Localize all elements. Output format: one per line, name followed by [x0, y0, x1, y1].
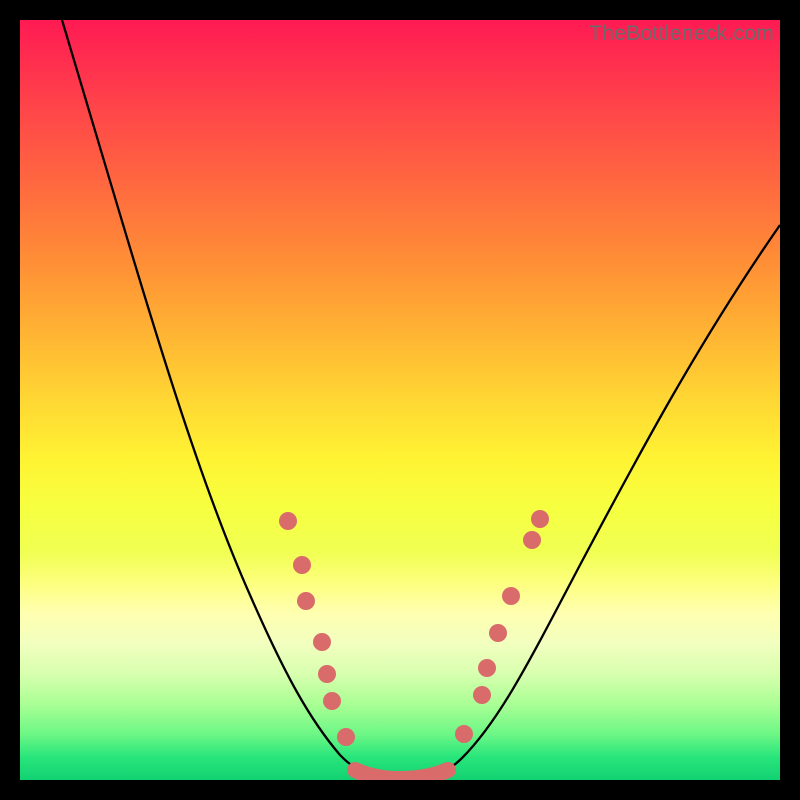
dot — [318, 665, 336, 683]
dot — [337, 728, 355, 746]
chart-svg — [20, 20, 780, 780]
watermark-text: TheBottleneck.com — [589, 22, 774, 46]
dot — [279, 512, 297, 530]
dots-left — [279, 512, 355, 746]
highlight-band — [355, 770, 448, 779]
dot — [473, 686, 491, 704]
dot — [531, 510, 549, 528]
dot — [523, 531, 541, 549]
dot — [323, 692, 341, 710]
dot — [489, 624, 507, 642]
dot — [293, 556, 311, 574]
dot — [297, 592, 315, 610]
dot — [455, 725, 473, 743]
dot — [478, 659, 496, 677]
bottleneck-curve — [62, 20, 780, 780]
chart-frame: TheBottleneck.com — [20, 20, 780, 780]
dot — [502, 587, 520, 605]
dot — [313, 633, 331, 651]
